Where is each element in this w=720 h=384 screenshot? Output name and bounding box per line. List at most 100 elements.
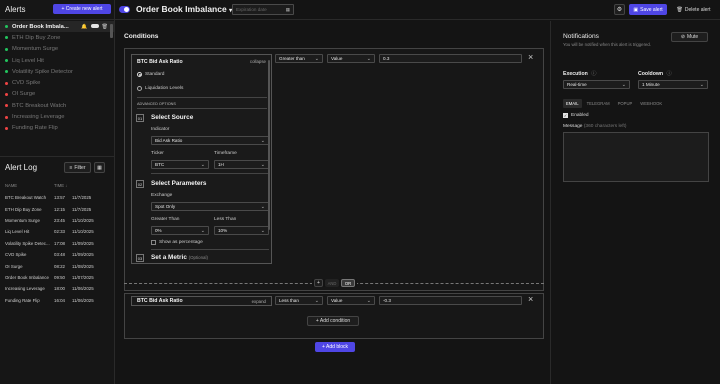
log-row[interactable]: Increasing Leverage 18:00 11/06/2025 [5, 283, 110, 294]
sidebar-item-alert[interactable]: Liq Level Hit [0, 55, 114, 66]
delete-alert-button[interactable]: 🗑 Delete alert [672, 4, 715, 15]
sidebar-scrollbar[interactable] [110, 24, 113, 38]
indicator-select[interactable]: Bid Ask Ratio ⌄ [151, 136, 269, 145]
expand-button[interactable]: expand [252, 299, 266, 304]
log-time: 03:48 [54, 252, 65, 258]
sidebar-item-alert[interactable]: BTC Breakout Watch [0, 100, 114, 111]
section-3-title-text: Set a Metric [151, 254, 187, 261]
enabled-checkbox[interactable]: ✓ Enabled [563, 113, 589, 118]
filter-icon: ≡ [69, 164, 73, 171]
log-time: 08:22 [54, 263, 65, 269]
notifications-title: Notifications [563, 33, 599, 40]
toggle-icon[interactable] [90, 23, 99, 28]
create-alert-button[interactable]: + Create new alert [53, 4, 111, 14]
top-bar: Order Book Imbalance ▾ Expiration date ▦… [115, 0, 720, 20]
cooldown-select[interactable]: 1 Minute ⌄ [638, 80, 708, 89]
log-row[interactable]: Volatility Spike Detec... 17:08 11/09/2025 [5, 238, 110, 249]
sidebar-item-alert[interactable]: OI Surge [0, 89, 114, 100]
cooldown-label: Cooldown ⓘ [638, 70, 672, 77]
greater-than-select[interactable]: 0% ⌄ [151, 226, 209, 235]
sidebar-item-label: OI Surge [12, 91, 36, 98]
remove-condition-icon[interactable]: × [528, 52, 533, 62]
mode-liq-radio[interactable]: Liquidation Levels [137, 86, 183, 91]
tab-webhook[interactable]: WEBHOOK [637, 99, 665, 108]
tab-telegram[interactable]: TELEGRAM [584, 99, 613, 108]
card-scrollbar[interactable] [268, 60, 271, 260]
sidebar-item-alert[interactable]: CVD Spike [0, 77, 114, 88]
log-row[interactable]: Momentum Surge 23:45 11/10/2025 [5, 215, 110, 226]
tab-popup[interactable]: POPUP [615, 99, 636, 108]
sidebar-item-alert[interactable]: Volatility Spike Detector [0, 66, 114, 77]
operator-select-2[interactable]: Less than ⌄ [275, 296, 323, 305]
show-percentage-checkbox[interactable]: Show as percentage [151, 240, 203, 245]
exchange-value: Spot Only [155, 204, 176, 209]
log-time: 13:57 [54, 195, 65, 201]
message-textarea[interactable] [563, 132, 709, 182]
and-toggle[interactable]: AND [325, 279, 339, 287]
sidebar-item-label: Momentum Surge [12, 46, 59, 53]
log-date: 11/09/2025 [72, 240, 94, 246]
chevron-down-icon: ⌄ [200, 161, 205, 168]
alerts-header: Alerts + Create new alert [0, 0, 114, 20]
operator-select[interactable]: Greater than ⌄ [275, 54, 323, 63]
conditions-area: Conditions BTC Bid Ask Ratio collapse St… [115, 21, 550, 384]
gear-icon: ⚙ [616, 7, 623, 13]
log-row[interactable]: Liq Level Hit 02:33 11/10/2025 [5, 226, 110, 237]
mute-button[interactable]: ⊘ Mute [671, 32, 708, 42]
notifications-panel: Notifications You will be notified when … [550, 21, 720, 384]
bell-icon[interactable]: 🔔 [81, 24, 87, 30]
value-type-select[interactable]: Value ⌄ [327, 54, 375, 63]
log-row[interactable]: ETH Dip Buy Zone 12:15 11/7/2025 [5, 203, 110, 214]
sidebar-item-alert[interactable]: Funding Rate Flip [0, 123, 114, 134]
log-name: Funding Rate Flip [5, 297, 40, 303]
value-input-2[interactable]: -0.3 [379, 296, 522, 305]
value-input[interactable]: 0.3 [379, 54, 522, 63]
col-name-header: NAME [5, 183, 18, 188]
notification-tabs: EMAIL TELEGRAM POPUP WEBHOOK [563, 99, 665, 108]
exchange-select[interactable]: Spot Only ⌄ [151, 202, 269, 211]
condition-block-2: BTC Bid Ask Ratio expand Less than ⌄ Valu… [124, 293, 544, 339]
execution-label-text: Execution [563, 71, 588, 77]
sidebar-item-alert[interactable]: Order Book Imbala... 🔔 🗑 [0, 21, 114, 33]
timeframe-select[interactable]: 1H ⌄ [214, 160, 269, 169]
alert-name-select[interactable]: Order Book Imbalance ▾ [136, 4, 232, 14]
ticker-select[interactable]: BTC ⌄ [151, 160, 209, 169]
trash-icon[interactable]: 🗑 [102, 24, 108, 30]
sidebar-item-alert[interactable]: Increasing Leverage [0, 111, 114, 122]
calendar-button[interactable]: ▦ [94, 162, 105, 173]
less-than-value: 10% [218, 228, 228, 233]
value-type-value: Value [331, 56, 343, 61]
value-type-select-2[interactable]: Value ⌄ [327, 296, 375, 305]
add-condition-button[interactable]: + Add condition [307, 316, 359, 326]
exchange-label: Exchange [151, 193, 173, 198]
filter-button[interactable]: ≡ Filter [64, 162, 91, 173]
expiration-date-input[interactable]: Expiration date ▦ [232, 4, 294, 15]
settings-button[interactable]: ⚙ [614, 4, 625, 15]
sidebar-item-label: ETH Dip Buy Zone [12, 34, 61, 41]
save-icon: ▣ [633, 6, 639, 13]
message-hint: (360 characters left) [583, 124, 627, 129]
log-row[interactable]: Order Book Imbalance 09:50 11/07/2025 [5, 272, 110, 283]
log-row[interactable]: Funding Rate Flip 16:04 11/06/2025 [5, 295, 110, 306]
execution-select[interactable]: Real-time ⌄ [563, 80, 630, 89]
notifications-subtitle: You will be notified when this alert is … [563, 42, 651, 47]
sidebar-item-alert[interactable]: Momentum Surge [0, 44, 114, 55]
log-row[interactable]: BTC Breakout Watch 13:57 11/7/2025 [5, 192, 110, 203]
log-row[interactable]: OI Surge 08:22 11/08/2025 [5, 260, 110, 271]
show-percentage-label: Show as percentage [159, 240, 203, 245]
tab-email[interactable]: EMAIL [563, 99, 582, 108]
or-toggle[interactable]: OR [341, 279, 355, 287]
less-than-select[interactable]: 10% ⌄ [214, 226, 269, 235]
add-logic-button[interactable]: + [314, 279, 323, 287]
collapse-button[interactable]: collapse [250, 59, 266, 64]
chevron-down-icon: ⌄ [260, 137, 265, 144]
mode-standard-radio[interactable]: Standard [137, 72, 164, 77]
log-row[interactable]: CVD Spike 03:48 11/09/2025 [5, 249, 110, 260]
alert-toggle[interactable] [119, 6, 130, 13]
value-text-2: -0.3 [383, 298, 391, 303]
sidebar-item-alert[interactable]: ETH Dip Buy Zone [0, 32, 114, 43]
add-block-button[interactable]: + Add block [315, 342, 355, 352]
log-time: 23:45 [54, 217, 65, 223]
remove-condition-icon[interactable]: × [528, 294, 533, 304]
save-alert-button[interactable]: ▣ Save alert [629, 4, 667, 15]
